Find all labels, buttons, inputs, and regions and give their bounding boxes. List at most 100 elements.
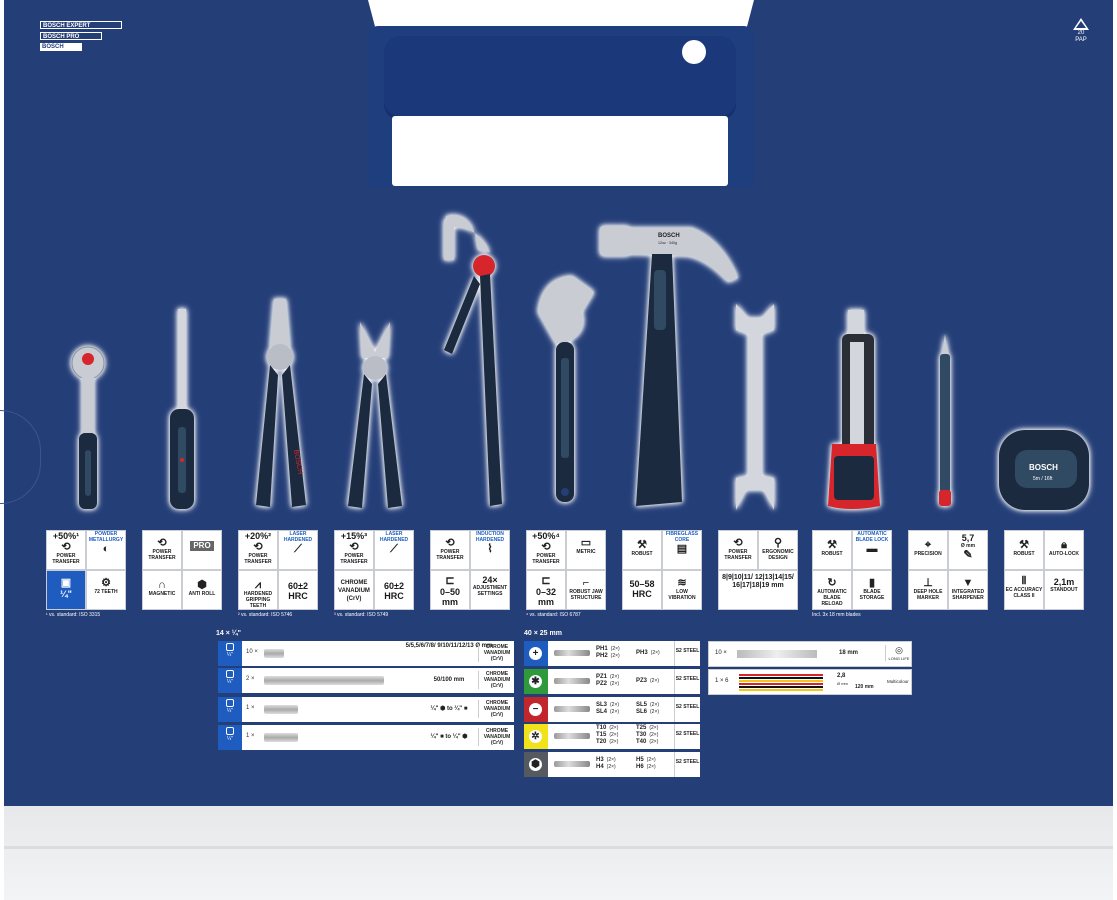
spec-hardness: 60±2 HRC [374, 570, 414, 610]
power-transfer-icon: ⟲ [541, 541, 551, 553]
spec-label: BLADE STORAGE [859, 589, 885, 601]
bit-size: T25 [636, 725, 647, 731]
accuracy-class-icon: Ⅱ [1021, 575, 1027, 587]
spec-card-adjustable-wrench: +50%⁴ ⟲ POWER TRANSFER ▭ METRIC ⊏ 0–32 mm ⌐ R… [526, 530, 606, 610]
bit-size: SL5 [636, 702, 648, 708]
bit-count: (2×) [606, 764, 616, 770]
case-base [4, 806, 1113, 900]
spec-value: +15%³ [340, 531, 368, 541]
adapter-material: CHROME VANADIUM (CrV) [478, 700, 515, 718]
bit-sizes-b: PH3 (2×) [636, 650, 660, 657]
spec-value: 60±2 HRC [384, 581, 404, 601]
bit-sizes-b: PZ3 (2×) [636, 678, 659, 685]
bit-type-icon: ✱ [529, 675, 542, 688]
spec-label: FIBREGLASS CORE [665, 531, 699, 543]
spec-label: 72 TEETH [94, 589, 118, 595]
side-cutter-tool[interactable] [340, 318, 410, 514]
bit-size: H3 [596, 757, 604, 763]
bit-material: S2 STEEL [674, 752, 700, 777]
spec-hardness: 50–58 HRC [622, 570, 662, 610]
water-pump-pliers-tool[interactable] [434, 210, 510, 514]
spec-blade-storage: ▮ BLADE STORAGE [852, 570, 892, 610]
recycle-label: PAP [1075, 37, 1087, 43]
bit-material: S2 STEEL [674, 641, 700, 666]
socket-qty: 10 × [246, 649, 258, 655]
sharpener-icon: ▼ [962, 577, 974, 589]
spec-label: POWER TRANSFER [52, 553, 80, 565]
bit-type-icon: ✲ [529, 730, 542, 743]
spec-power: +15%³ ⟲ POWER TRANSFER [334, 530, 374, 570]
spec-ergonomic: ⚲ ERGONOMIC DESIGN [758, 530, 798, 570]
spec-adjustment: 24× ADJUSTMENT SETTINGS [470, 570, 510, 610]
bit-size: T40 [636, 739, 647, 745]
bit-count: (2×) [609, 725, 619, 731]
bit-size: SL4 [596, 709, 608, 715]
footnote-utility-knife: Incl. 3x 18 mm blades [812, 612, 861, 618]
bit-size: H4 [596, 764, 604, 770]
spec-label: STANDOUT [1050, 587, 1078, 593]
spec-teeth: ⩘ HARDENED GRIPPING TEETH [238, 570, 278, 610]
bit-sizes-b: SL5 (2×) SL6 (2×) [636, 702, 659, 716]
long-life-icon: ◎ [895, 645, 903, 655]
open-end-wrench-tool[interactable] [732, 300, 778, 514]
adapter-qty: 1 × [246, 705, 255, 711]
spec-label: ANTI ROLL [188, 591, 216, 597]
square-drive-badge: ¼" [218, 697, 242, 722]
bit-type-color: − [524, 697, 548, 722]
spec-card-pencil: ⌖ PRECISION 5,7 Ø mm ✎ ⊥ DEEP HOLE MARKER ▼ I… [908, 530, 988, 610]
hammer-icon: ⚒ [827, 539, 837, 551]
bit-count: (2×) [649, 725, 659, 731]
spec-value: 8|9|10|11/ 12|13|14|15/ 16|17|18|19 mm [722, 574, 794, 589]
jaw-range-icon: ⊏ [541, 575, 551, 587]
bit-sizes-a: PZ1 (2×) PZ2 (2×) [596, 674, 619, 688]
spec-robust: ⚒ ROBUST [812, 530, 852, 570]
hammer-weight-text: 12oz · 340g [658, 241, 677, 245]
spec-card-combination-pliers: +20%² ⟲ POWER TRANSFER LASER HARDENED ⟋ ⩘ HA… [238, 530, 318, 610]
screwdriver-tool[interactable] [160, 305, 204, 515]
spec-label: LASER HARDENED [379, 531, 409, 543]
ratchet-tool[interactable] [66, 345, 110, 515]
lock-icon: 🔒︎ [1061, 539, 1067, 551]
socket-row: ¼" 10 × 5/5,5/6/7/8/ 9/10/11/12/13 Ø mm … [218, 641, 514, 666]
spec-power: +50%⁴ ⟲ POWER TRANSFER [526, 530, 566, 570]
spec-label: POWER TRANSFER [340, 553, 368, 565]
socket-image [264, 649, 284, 658]
hammer-icon: ⚒ [1019, 539, 1029, 551]
handle-opening [392, 116, 728, 186]
bit-holder-material: CHROME VANADIUM (CrV) [478, 728, 515, 746]
bit-count: (2×) [650, 678, 660, 684]
extension-qty: 2 × [246, 676, 255, 682]
drive-label: ¼" [227, 652, 233, 658]
utility-knife-tool[interactable] [820, 306, 888, 514]
bit-count: (2×) [649, 732, 659, 738]
spec-value: 60±2 HRC [288, 581, 308, 601]
pencil-icon: ✎ [963, 549, 973, 561]
carpenter-pencil-tool[interactable] [930, 330, 960, 514]
adjustable-wrench-tool[interactable] [528, 272, 600, 514]
power-transfer-icon: ⟲ [157, 537, 167, 549]
socket-material-cell: CHROME VANADIUM (CrV) [478, 641, 514, 666]
fibreglass-icon: ▤ [676, 543, 688, 555]
bit-image [554, 650, 590, 656]
bit-size: PH1 [596, 646, 608, 652]
spec-label: LOW VIBRATION [668, 589, 696, 601]
square-drive-icon: ▣ [60, 577, 72, 589]
spec-label: ROBUST [631, 551, 653, 557]
spec-card-hammer: ⚒ ROBUST FIBREGLASS CORE ▤ 50–58 HRC ≋ LOW … [622, 530, 702, 610]
spec-label: METRIC [576, 549, 596, 555]
vibration-icon: ≋ [677, 577, 687, 589]
hammer-brand-text: BOSCH [658, 233, 680, 239]
tape-measure-tool[interactable]: BOSCH 5m / 16ft [995, 426, 1095, 514]
bit-count: (2×) [610, 646, 620, 652]
blade-feature: ◎ LONG LIFE [885, 645, 912, 661]
square-drive-badge: ¼" [218, 668, 242, 693]
bit-sizes-b: H5 (2×) H6 (2×) [636, 757, 656, 771]
combination-pliers-tool[interactable]: BOSCH [250, 295, 312, 515]
bit-count: (2×) [646, 764, 656, 770]
reload-icon: ↻ [827, 577, 837, 589]
spec-label: ROBUST [1013, 551, 1035, 557]
lead-length: 120 mm [855, 684, 874, 690]
hammer-tool[interactable]: BOSCH 12oz · 340g [596, 222, 742, 514]
bit-type-color: + [524, 641, 548, 666]
bit-size: PH2 [596, 653, 608, 659]
